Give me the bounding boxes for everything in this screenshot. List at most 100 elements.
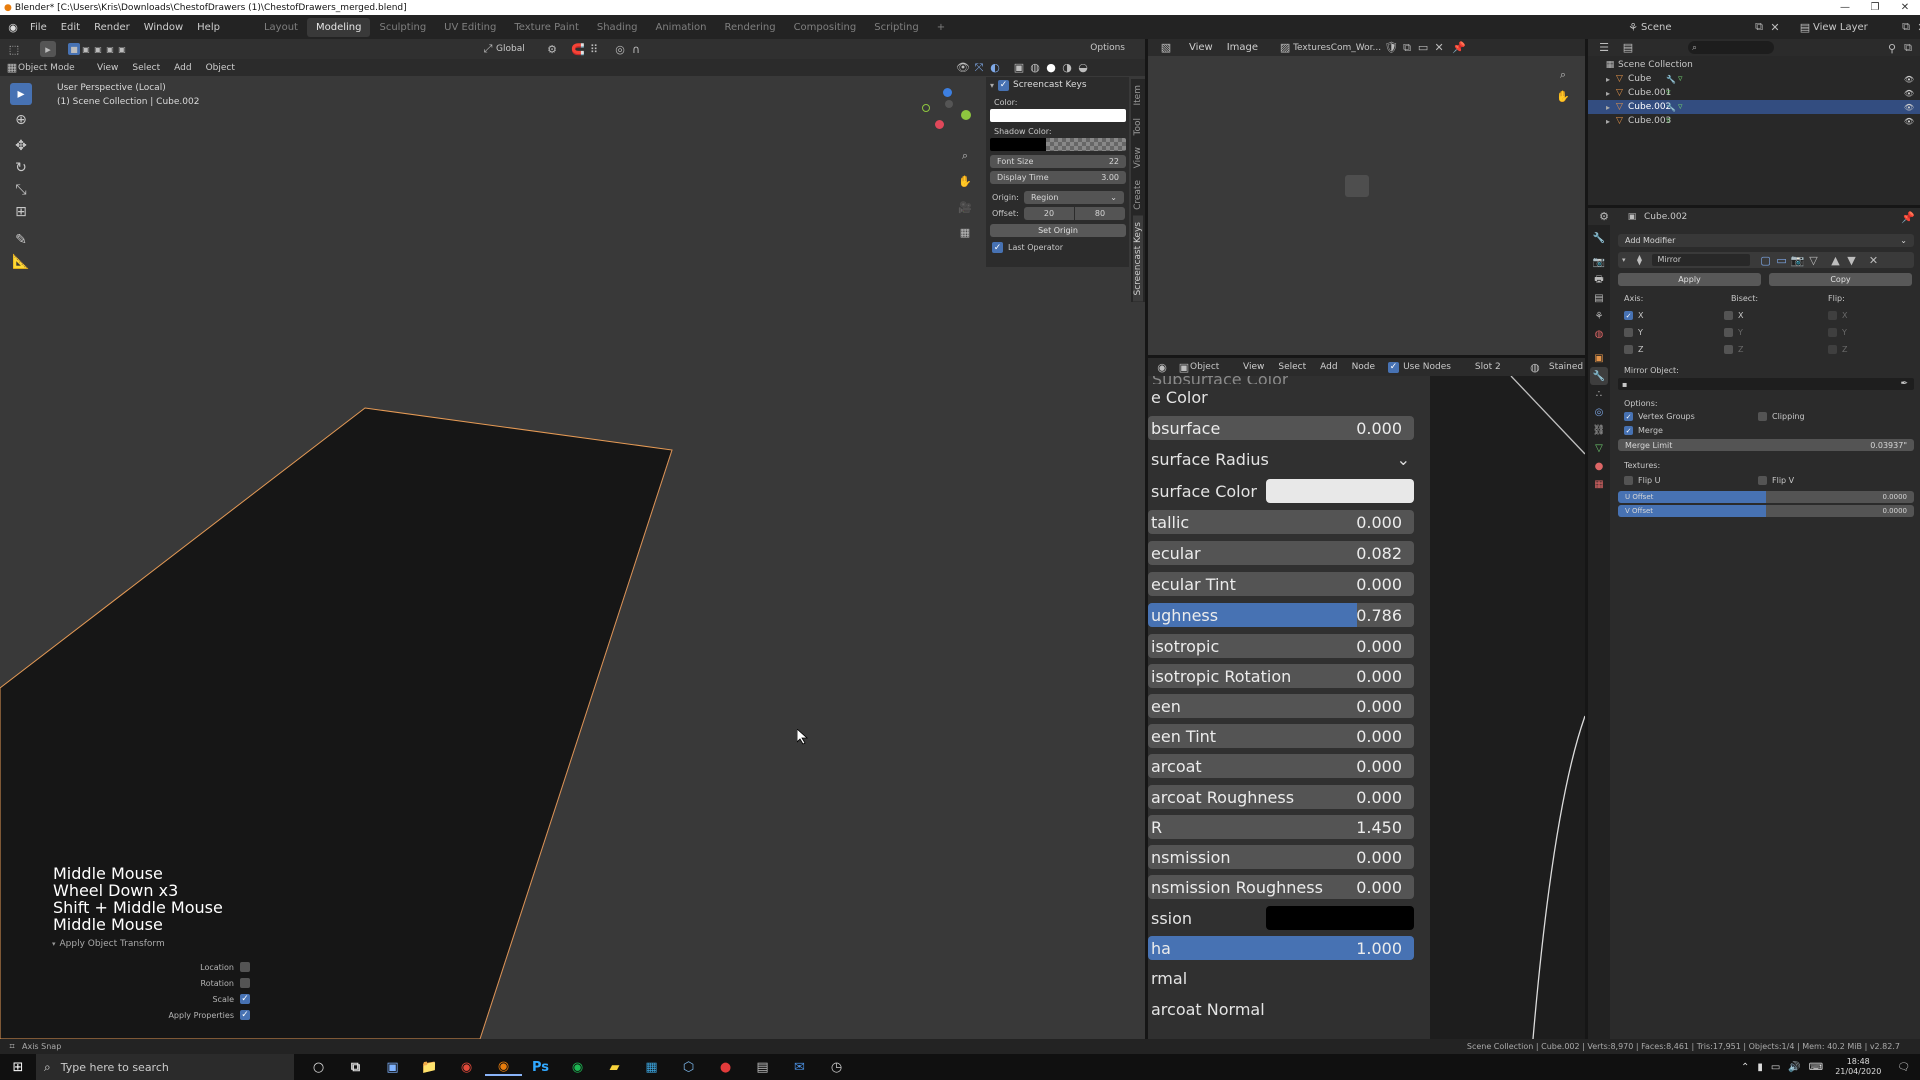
- texture-tab-icon[interactable]: ▦: [1590, 475, 1608, 493]
- shader-input-field[interactable]: tallic 0.000: [1148, 510, 1414, 534]
- visibility-eye-icon[interactable]: 👁: [1904, 75, 1914, 84]
- move-tool-icon[interactable]: ✥: [10, 135, 32, 157]
- eyedropper-icon[interactable]: ✒: [1900, 379, 1908, 389]
- image-pan-icon[interactable]: ✋: [1555, 88, 1571, 104]
- taskbar-date[interactable]: 21/04/2020: [1835, 1067, 1881, 1077]
- image-editor[interactable]: ▧ View Image ▨ TexturesCom_Wor... 🛡 ⧉ ▭ …: [1148, 39, 1585, 355]
- expand-arrow-icon[interactable]: ▸: [1606, 89, 1616, 98]
- visibility-eye-icon[interactable]: 👁: [1904, 103, 1914, 112]
- photos-app-icon[interactable]: ▣: [374, 1060, 411, 1075]
- pan-icon[interactable]: ✋: [957, 174, 973, 190]
- flip-v-checkbox[interactable]: [1758, 476, 1767, 485]
- sidebar-tab-create[interactable]: Create: [1133, 174, 1143, 216]
- operator-option-checkbox[interactable]: [240, 962, 250, 972]
- spotify-icon[interactable]: ◉: [559, 1060, 596, 1075]
- visibility-eye-icon[interactable]: 👁: [1904, 117, 1914, 126]
- fake-user-icon[interactable]: 🛡: [1383, 40, 1399, 56]
- tab-uv-editing[interactable]: UV Editing: [435, 18, 505, 37]
- outliner-item[interactable]: ▸ ▽ Cube.002 🔧 ▿ 👁: [1588, 100, 1920, 114]
- material-browse-icon[interactable]: ◍: [1527, 359, 1543, 375]
- new-scene-icon[interactable]: ⧉: [1751, 19, 1767, 35]
- material-tab-icon[interactable]: ●: [1590, 457, 1608, 475]
- operator-option-checkbox[interactable]: [240, 978, 250, 988]
- shader-input-field[interactable]: ecular Tint 0.000: [1148, 572, 1414, 596]
- operator-option-checkbox[interactable]: ✓: [240, 1010, 250, 1020]
- tab-rendering[interactable]: Rendering: [715, 18, 784, 37]
- axis-y-checkbox[interactable]: [1624, 328, 1633, 337]
- flip-x-checkbox[interactable]: [1828, 311, 1837, 320]
- select-tool-icon[interactable]: ▸: [10, 83, 32, 105]
- chevron-down-icon[interactable]: ⌄: [1397, 450, 1410, 469]
- shader-color-swatch[interactable]: [1266, 906, 1414, 930]
- shader-input-field[interactable]: bsurface 0.000: [1148, 416, 1414, 440]
- properties-pin-icon[interactable]: 📌: [1900, 209, 1916, 225]
- shader-input-field[interactable]: isotropic 0.000: [1148, 634, 1414, 658]
- tab-scripting[interactable]: Scripting: [865, 18, 927, 37]
- notifications-icon[interactable]: 🗨: [1897, 1062, 1910, 1073]
- node-menu-select[interactable]: Select: [1271, 362, 1313, 372]
- modifier-tab-icon[interactable]: 🔧: [1590, 367, 1608, 385]
- add-workspace-button[interactable]: +: [928, 18, 954, 37]
- taskbar-time[interactable]: 18:48: [1835, 1057, 1881, 1067]
- shader-input-field[interactable]: nsmission 0.000: [1148, 845, 1414, 869]
- data-tab-icon[interactable]: ▽: [1590, 439, 1608, 457]
- tab-shading[interactable]: Shading: [588, 18, 647, 37]
- node-menu-view[interactable]: View: [1236, 362, 1271, 372]
- shader-input-field[interactable]: ughness 0.786: [1148, 603, 1414, 627]
- outliner-item[interactable]: ▸ ▽ Cube.003 ▿ 👁: [1588, 114, 1920, 128]
- shader-type-selector[interactable]: Object: [1190, 362, 1236, 372]
- cursor-tool-icon[interactable]: ⊕: [10, 109, 32, 131]
- shader-node-editor[interactable]: ◉ ▣ Object View Select Add Node ✓ Use Nodes…: [1148, 358, 1585, 1039]
- menu-help[interactable]: Help: [190, 22, 227, 33]
- explorer-icon[interactable]: 📁: [411, 1060, 448, 1075]
- view-layer-selector[interactable]: View Layer: [1813, 22, 1898, 33]
- sidebar-tab-tool[interactable]: Tool: [1133, 112, 1143, 141]
- node-menu-node[interactable]: Node: [1345, 362, 1383, 372]
- rotate-tool-icon[interactable]: ↻: [10, 157, 32, 179]
- node-editor-type-icon[interactable]: ◉: [1154, 359, 1170, 375]
- zoom-icon[interactable]: ⌕: [957, 148, 973, 164]
- tab-modeling[interactable]: Modeling: [306, 17, 371, 37]
- bisect-x-checkbox[interactable]: [1724, 311, 1733, 320]
- properties-editor[interactable]: ⚙ ▣ Cube.002 📌 🔧 📷 🖶 ▤ ⚘ ◍ ▣ 🔧 ∴ ◎ ⛓ ▽ ● ▦ Add Modifi…: [1588, 208, 1920, 1039]
- scene-tab-icon[interactable]: ⚘: [1590, 307, 1608, 325]
- new-image-icon[interactable]: ⧉: [1399, 40, 1415, 56]
- axis-x-checkbox[interactable]: ✓: [1624, 311, 1633, 320]
- photoshop-icon[interactable]: Ps: [522, 1060, 559, 1075]
- operator-option-checkbox[interactable]: ✓: [240, 994, 250, 1004]
- maximize-icon[interactable]: ❐: [1860, 2, 1890, 13]
- shader-input-field[interactable]: nsmission Roughness 0.000: [1148, 875, 1414, 899]
- unlink-image-icon[interactable]: ✕: [1431, 40, 1447, 56]
- view-layer-tab-icon[interactable]: ▤: [1590, 289, 1608, 307]
- tab-layout[interactable]: Layout: [255, 18, 307, 37]
- shader-input-field[interactable]: een Tint 0.000: [1148, 724, 1414, 748]
- shader-input-field[interactable]: ecular 0.082: [1148, 541, 1414, 565]
- display-time-field[interactable]: Display Time 3.00: [990, 171, 1126, 184]
- sidebar-tab-view[interactable]: View: [1133, 141, 1143, 174]
- axis-z-checkbox[interactable]: [1624, 345, 1633, 354]
- vertex-filter-icon[interactable]: ▽: [1806, 252, 1822, 268]
- gizmo-y-icon[interactable]: [961, 110, 971, 120]
- sidebar-tab-item[interactable]: Item: [1133, 79, 1143, 112]
- u-offset-field[interactable]: U Offset 0.0000: [1618, 491, 1914, 503]
- image-browse-icon[interactable]: ▨: [1277, 40, 1293, 56]
- merge-limit-field[interactable]: Merge Limit 0.03937": [1618, 439, 1914, 451]
- 3d-viewer-icon[interactable]: ⬡: [670, 1060, 707, 1075]
- particles-tab-icon[interactable]: ∴: [1590, 385, 1608, 403]
- bisect-y-checkbox[interactable]: [1724, 328, 1733, 337]
- viewport-3d[interactable]: ⬚ ▸ ■ ▣ ▣ ▣ ▣ ⤢ Global ⚙ 🧲 ⠿ ◎ ∩ Options…: [0, 39, 1145, 1039]
- remove-modifier-icon[interactable]: ✕: [1866, 252, 1882, 268]
- menu-file[interactable]: File: [23, 22, 54, 33]
- screencast-enable-checkbox[interactable]: ✓: [998, 79, 1010, 91]
- properties-type-icon[interactable]: ⚙: [1596, 209, 1612, 225]
- open-image-icon[interactable]: ▭: [1415, 40, 1431, 56]
- render-icon[interactable]: 📷: [1790, 252, 1806, 268]
- shader-input-field[interactable]: arcoat 0.000: [1148, 754, 1414, 778]
- image-editor-type-icon[interactable]: ▧: [1158, 40, 1174, 56]
- scale-tool-icon[interactable]: ⤡: [10, 179, 32, 201]
- render-tab-icon[interactable]: 📷: [1590, 253, 1608, 271]
- annotate-tool-icon[interactable]: ✎: [10, 229, 32, 251]
- tray-keyboard-icon[interactable]: ⌨: [1809, 1062, 1823, 1073]
- tab-animation[interactable]: Animation: [647, 18, 716, 37]
- delete-view-layer-icon[interactable]: ✕: [1914, 19, 1920, 35]
